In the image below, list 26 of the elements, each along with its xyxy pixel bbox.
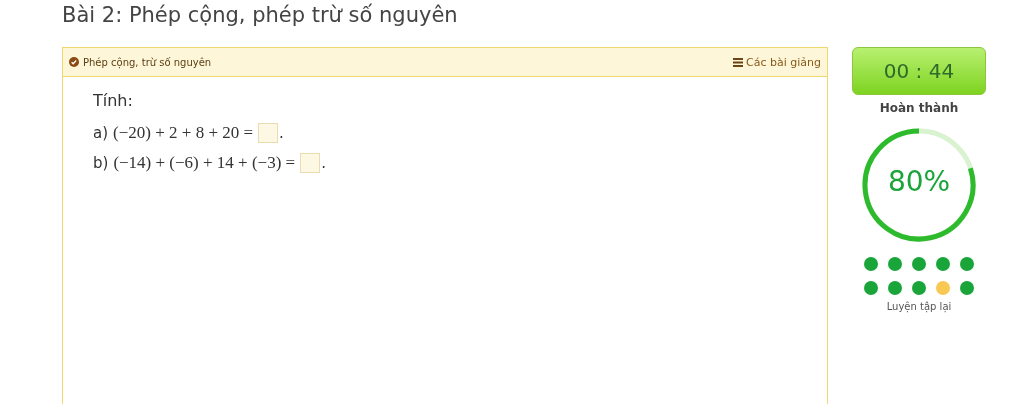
period-text: .: [321, 154, 326, 172]
answer-dot[interactable]: [960, 281, 974, 295]
finish-label: Hoàn thành: [879, 101, 959, 115]
instruction-text: Tính:: [93, 91, 134, 110]
answer-dot[interactable]: [936, 281, 950, 295]
answer-dot[interactable]: [888, 257, 902, 271]
answer-dot[interactable]: [960, 257, 974, 271]
check-circle-icon: [69, 57, 79, 67]
topic-title: Phép cộng, trừ số nguyên: [83, 56, 212, 68]
answer-dot[interactable]: [864, 257, 878, 271]
answer-dot[interactable]: [888, 281, 902, 295]
lectures-link[interactable]: Các bài giảng: [733, 55, 821, 69]
period-text: .: [279, 124, 284, 142]
answer-dot[interactable]: [912, 281, 926, 295]
math-expression: (−20) + 2 + 8 + 20 =: [113, 123, 254, 143]
question-label: b): [93, 154, 109, 172]
menu-icon: [733, 57, 743, 67]
retry-link[interactable]: Luyện tập lại: [886, 301, 952, 312]
math-expression: (−14) + (−6) + 14 + (−3) =: [113, 153, 296, 173]
progress-percent: 80%: [886, 165, 952, 198]
timer-display: 00 : 44: [852, 47, 986, 95]
question-label: a): [93, 124, 109, 142]
page-title: Bài 2: Phép cộng, phép trừ số nguyên: [62, 2, 459, 29]
answer-dot[interactable]: [864, 281, 878, 295]
answer-dot[interactable]: [936, 257, 950, 271]
answer-dot[interactable]: [912, 257, 926, 271]
